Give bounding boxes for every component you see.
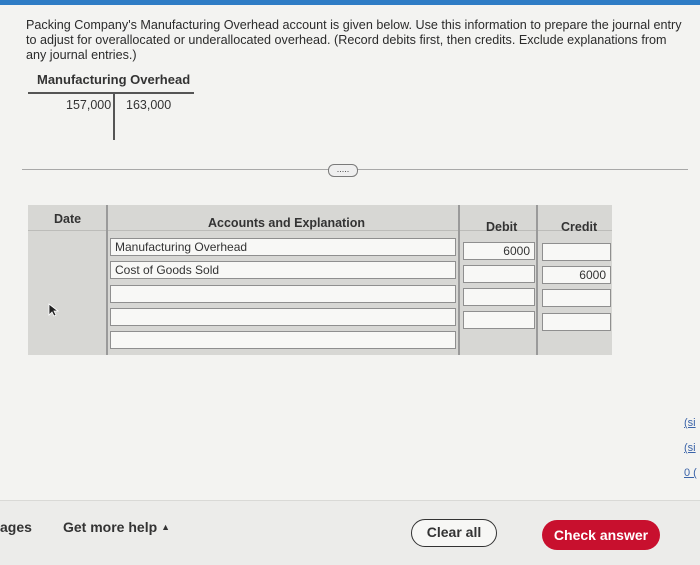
debit-input[interactable] xyxy=(463,288,535,306)
clear-all-button[interactable]: Clear all xyxy=(411,519,497,547)
header-date: Date xyxy=(54,212,82,226)
t-account-credit: 163,000 xyxy=(126,98,172,112)
header-credit: Credit xyxy=(561,220,598,234)
column-separator xyxy=(536,205,538,355)
header-accounts: Accounts and Explanation xyxy=(208,216,365,230)
t-account-debit: 157,000 xyxy=(66,98,112,112)
t-account-horizontal-line xyxy=(28,92,194,94)
debit-input[interactable] xyxy=(463,311,535,329)
column-separator xyxy=(458,205,460,355)
t-account-title: Manufacturing Overhead xyxy=(37,72,191,87)
pages-label[interactable]: ages xyxy=(0,519,32,535)
more-options-button[interactable]: ..... xyxy=(328,164,358,177)
t-account-vertical-line xyxy=(113,92,115,140)
credit-input[interactable] xyxy=(542,243,611,261)
mouse-cursor-icon xyxy=(48,303,60,317)
side-link[interactable]: 0 ( xyxy=(684,467,697,479)
get-more-help-button[interactable]: Get more help ▲ xyxy=(63,519,170,535)
get-more-help-label: Get more help xyxy=(63,519,158,535)
question-text: Packing Company's Manufacturing Overhead… xyxy=(26,18,682,62)
debit-input[interactable]: 6000 xyxy=(463,242,535,260)
caret-up-icon: ▲ xyxy=(161,522,171,532)
column-separator xyxy=(106,205,108,355)
account-input[interactable] xyxy=(110,331,456,349)
journal-entry-table: Date Accounts and Explanation Debit Cred… xyxy=(28,205,612,355)
account-input[interactable] xyxy=(110,285,456,303)
header-separator xyxy=(28,230,612,231)
side-link[interactable]: (si xyxy=(684,417,696,429)
header-debit: Debit xyxy=(486,220,518,234)
credit-input[interactable] xyxy=(542,313,611,331)
check-answer-button[interactable]: Check answer xyxy=(542,520,660,550)
debit-input[interactable] xyxy=(463,265,535,283)
credit-input[interactable] xyxy=(542,289,611,307)
account-input[interactable]: Cost of Goods Sold xyxy=(110,261,456,279)
credit-input[interactable]: 6000 xyxy=(542,266,611,284)
account-input[interactable] xyxy=(110,308,456,326)
account-input[interactable]: Manufacturing Overhead xyxy=(110,238,456,256)
side-link[interactable]: (si xyxy=(684,442,696,454)
